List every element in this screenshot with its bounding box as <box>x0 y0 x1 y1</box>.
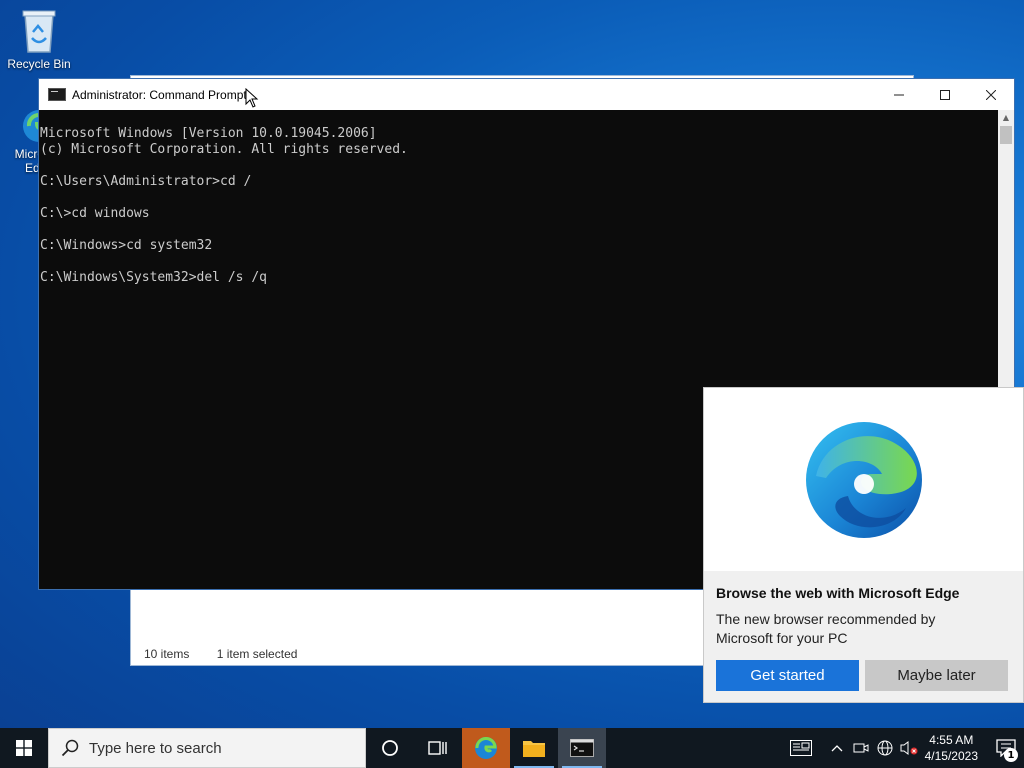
taskbar: Type here to search 4:55 AM 4/15/2023 1 <box>0 728 1024 768</box>
mouse-cursor-icon <box>245 88 259 108</box>
maybe-later-button[interactable]: Maybe later <box>865 660 1008 691</box>
system-tray: 4:55 AM 4/15/2023 1 <box>789 728 1024 768</box>
console-line-current: C:\Windows\System32>del /s /q <box>40 270 267 285</box>
search-icon <box>61 739 79 757</box>
console-line: (c) Microsoft Corporation. All rights re… <box>40 142 408 157</box>
console-line: C:\>cd windows <box>40 206 150 221</box>
console-line: C:\Windows>cd system32 <box>40 238 213 253</box>
task-view-button[interactable] <box>414 728 462 768</box>
clock-time: 4:55 AM <box>929 733 974 747</box>
camera-icon <box>853 743 869 753</box>
close-button[interactable] <box>968 79 1014 110</box>
cmd-title-bar[interactable]: Administrator: Command Prompt <box>39 79 1014 110</box>
status-selected-count: 1 item selected <box>216 647 298 661</box>
search-placeholder: Type here to search <box>89 739 222 757</box>
notification-badge: 1 <box>1004 748 1018 762</box>
window-title: Administrator: Command Prompt <box>72 87 247 102</box>
minimize-button[interactable] <box>876 79 922 110</box>
edge-logo-icon <box>805 421 922 538</box>
taskbar-search-box[interactable]: Type here to search <box>48 728 366 768</box>
toast-body: The new browser recommended by Microsoft… <box>716 611 936 646</box>
volume-button[interactable] <box>897 728 921 768</box>
taskbar-file-explorer-button[interactable] <box>510 728 558 768</box>
windows-logo-icon <box>16 740 32 756</box>
status-item-count: 10 items <box>144 647 190 661</box>
network-button[interactable] <box>873 728 897 768</box>
cortana-icon <box>382 740 398 756</box>
chevron-up-icon <box>831 745 843 752</box>
desktop-icon-recycle-bin[interactable]: Recycle Bin <box>3 8 75 71</box>
get-started-button[interactable]: Get started <box>716 660 859 691</box>
maximize-icon <box>940 89 950 100</box>
edge-icon <box>475 737 497 759</box>
globe-icon <box>877 740 893 756</box>
taskbar-clock[interactable]: 4:55 AM 4/15/2023 <box>925 732 978 764</box>
meet-now-button[interactable] <box>849 728 873 768</box>
taskbar-edge-button[interactable] <box>462 728 510 768</box>
recycle-bin-icon <box>22 10 56 53</box>
explorer-status-bar: 10 items 1 item selected <box>144 647 321 661</box>
maximize-button[interactable] <box>922 79 968 110</box>
command-prompt-icon <box>48 88 66 101</box>
folder-icon <box>523 741 545 757</box>
command-prompt-icon <box>570 739 594 757</box>
speaker-muted-icon <box>900 741 918 755</box>
news-and-interests-button[interactable] <box>789 728 813 768</box>
action-center-button[interactable]: 1 <box>988 728 1024 768</box>
news-icon <box>789 740 812 756</box>
console-line: Microsoft Windows [Version 10.0.19045.20… <box>40 126 377 141</box>
task-view-icon <box>428 741 447 755</box>
close-icon <box>986 89 996 100</box>
toast-heading: Browse the web with Microsoft Edge <box>716 585 960 601</box>
scroll-up-icon[interactable]: ▲ <box>998 110 1014 126</box>
taskbar-command-prompt-button[interactable] <box>558 728 606 768</box>
scrollbar-thumb[interactable] <box>1000 126 1012 144</box>
cortana-button[interactable] <box>366 728 414 768</box>
show-hidden-icons-button[interactable] <box>825 728 849 768</box>
clock-date: 4/15/2023 <box>924 749 978 763</box>
toast-hero <box>704 388 1023 571</box>
start-button[interactable] <box>0 728 48 768</box>
console-line: C:\Users\Administrator>cd / <box>40 174 252 189</box>
minimize-icon <box>894 94 904 95</box>
desktop-icon-label: Recycle Bin <box>7 57 71 71</box>
edge-promo-toast: Browse the web with Microsoft Edge The n… <box>703 387 1024 703</box>
